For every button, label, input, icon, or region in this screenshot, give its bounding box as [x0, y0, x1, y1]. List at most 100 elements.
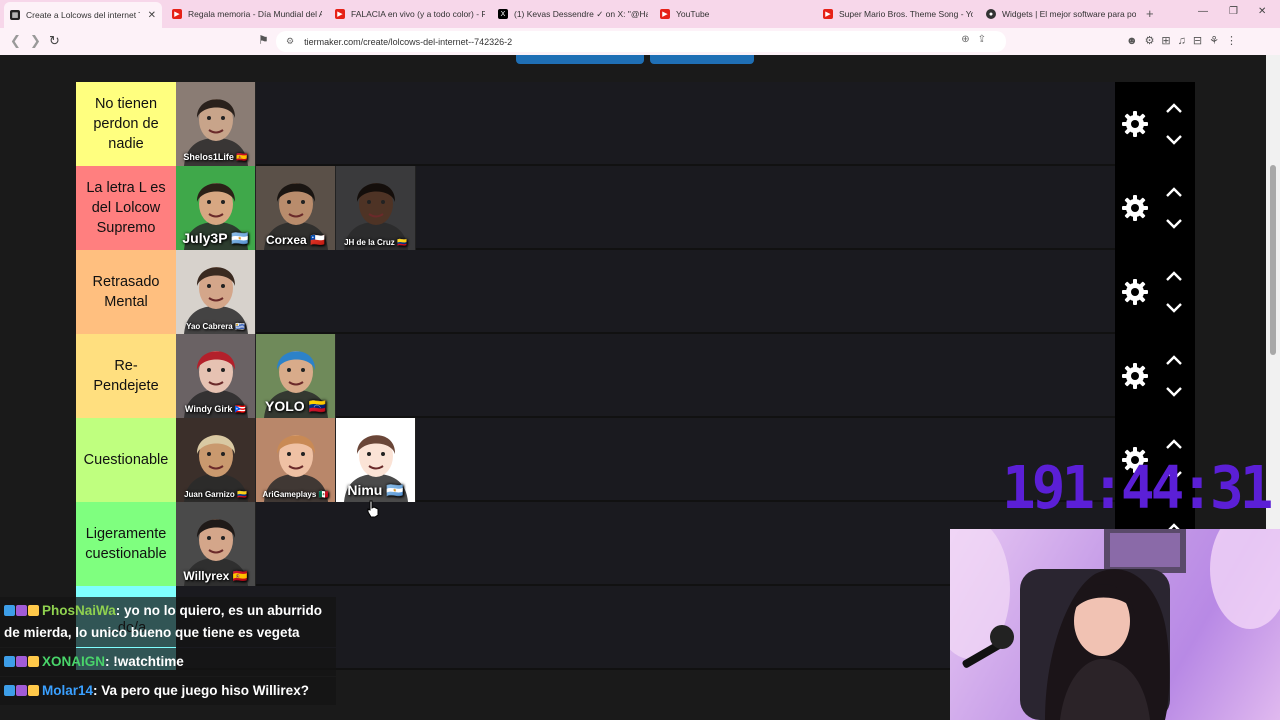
tier-item-card[interactable]: Corxea 🇨🇱: [256, 166, 336, 250]
chat-text: : !watchtime: [105, 654, 184, 669]
tier-label[interactable]: Ligeramente cuestionable: [76, 502, 176, 586]
tier-item-caption: AriGameplays 🇲🇽: [262, 490, 329, 499]
close-icon[interactable]: ✕: [148, 10, 156, 21]
tier-item-card[interactable]: YOLO 🇻🇪: [256, 334, 336, 418]
chat-badge-icon: [4, 605, 15, 616]
restore-icon[interactable]: ❐: [1229, 6, 1238, 17]
tier-label[interactable]: Cuestionable: [76, 418, 176, 502]
extensions-icon[interactable]: ☻⚙⊞♫⊟⚘⋮: [1126, 34, 1244, 47]
gear-icon[interactable]: [1121, 362, 1149, 390]
chevron-down-icon[interactable]: [1165, 218, 1183, 230]
url-text: tiermaker.com/create/lolcows-del-interne…: [304, 36, 513, 47]
tier-items: Willyrex 🇪🇸: [176, 502, 256, 586]
tier-items: July3P 🇦🇷 Corxea 🇨🇱 JH de la Cruz 🇨🇴: [176, 166, 416, 250]
webcam-overlay: [950, 529, 1280, 720]
tier-row: Retrasado Mental Yao Cabrera 🇺🇾: [76, 250, 1195, 334]
stream-chat: PhosNaiWa: yo no lo quiero, es un aburri…: [0, 597, 336, 706]
tier-item-caption: Willyrex 🇪🇸: [183, 569, 248, 583]
tier-item-caption: Shelos1Life 🇪🇸: [183, 152, 248, 162]
tier-controls: [1115, 250, 1195, 334]
tier-label[interactable]: La letra L es del Lolcow Supremo: [76, 166, 176, 250]
chat-badges-icon: [4, 680, 40, 702]
tier-items: Shelos1Life 🇪🇸: [176, 82, 256, 166]
scrollbar-thumb[interactable]: [1270, 165, 1276, 355]
tab-title: Super Mario Bros. Theme Song - You: [839, 9, 973, 19]
tab-title: Create a Lolcows del internet Ti: [26, 10, 140, 20]
chevron-up-icon[interactable]: [1165, 186, 1183, 198]
tier-item-card[interactable]: Juan Garnizo 🇨🇴: [176, 418, 256, 502]
tab[interactable]: ● Widgets | El mejor software para po: [986, 3, 1136, 25]
youtube-icon: ▶: [660, 9, 670, 19]
new-tab-icon[interactable]: +: [1146, 6, 1154, 21]
chat-badge-icon: [4, 685, 15, 696]
chat-username: PhosNaiWa: [42, 603, 116, 618]
tier-row: La letra L es del Lolcow Supremo July3P 🇦…: [76, 166, 1195, 250]
back-icon[interactable]: ❮: [10, 33, 21, 49]
chat-badges-icon: [4, 651, 40, 673]
tier-item-card[interactable]: Nimu 🇦🇷: [336, 418, 416, 502]
tab-title: FALACIA en vivo (y a todo color) - R: [351, 9, 485, 19]
chevron-up-icon[interactable]: [1165, 438, 1183, 450]
tab[interactable]: X (1) Kevas Dessendre ✓ on X: "@Ha: [498, 3, 648, 25]
chat-message: PhosNaiWa: yo no lo quiero, es un aburri…: [0, 597, 336, 647]
chat-badge-icon: [16, 656, 27, 667]
tier-item-card[interactable]: Windy Girk 🇵🇷: [176, 334, 256, 418]
chat-badges-icon: [4, 600, 40, 622]
youtube-icon: ▶: [823, 9, 833, 19]
tier-items: Yao Cabrera 🇺🇾: [176, 250, 256, 334]
forward-icon[interactable]: ❯: [30, 33, 41, 49]
chevron-down-icon[interactable]: [1165, 386, 1183, 398]
chat-username: XONAIGN: [42, 654, 106, 669]
tier-label[interactable]: Retrasado Mental: [76, 250, 176, 334]
chat-badge-icon: [16, 685, 27, 696]
tier-item-card[interactable]: Willyrex 🇪🇸: [176, 502, 256, 586]
tab-title: Widgets | El mejor software para po: [1002, 9, 1136, 19]
tier-controls: [1115, 82, 1195, 166]
chevron-up-icon[interactable]: [1165, 270, 1183, 282]
tier-row: Re-Pendejete Windy Girk 🇵🇷 YOLO 🇻🇪: [76, 334, 1195, 418]
widget-icon: ●: [986, 9, 996, 19]
minimize-icon[interactable]: —: [1198, 6, 1208, 17]
tab-active[interactable]: ▦ Create a Lolcows del internet Ti ✕: [4, 2, 162, 28]
youtube-icon: ▶: [172, 9, 182, 19]
window-close-icon[interactable]: ✕: [1258, 6, 1266, 17]
tier-item-card[interactable]: July3P 🇦🇷: [176, 166, 256, 250]
gear-icon[interactable]: [1121, 278, 1149, 306]
address-actions-icon[interactable]: ⊕⇪: [961, 34, 994, 45]
tier-item-card[interactable]: Shelos1Life 🇪🇸: [176, 82, 256, 166]
site-info-icon[interactable]: ⚙: [286, 36, 294, 47]
gear-icon[interactable]: [1121, 194, 1149, 222]
tier-label[interactable]: No tienen perdon de nadie: [76, 82, 176, 166]
browser-toolbar: ❮ ❯ ↻ ⚑ ⚙ tiermaker.com/create/lolcows-d…: [0, 28, 1280, 55]
tier-item-caption: YOLO 🇻🇪: [265, 398, 326, 414]
reload-icon[interactable]: ↻: [49, 33, 60, 49]
tab[interactable]: ▶ YouTube: [660, 3, 810, 25]
tab-title: YouTube: [676, 9, 710, 19]
tab[interactable]: ▶ Super Mario Bros. Theme Song - You: [823, 3, 973, 25]
tab-title: Regala memoria - Día Mundial del A: [188, 9, 322, 19]
save-button[interactable]: [516, 55, 644, 64]
tier-item-card[interactable]: JH de la Cruz 🇨🇴: [336, 166, 416, 250]
tier-item-card[interactable]: Yao Cabrera 🇺🇾: [176, 250, 256, 334]
tab[interactable]: ▶ Regala memoria - Día Mundial del A: [172, 3, 322, 25]
x-icon: X: [498, 9, 508, 19]
chevron-up-icon[interactable]: [1165, 102, 1183, 114]
tier-items: Juan Garnizo 🇨🇴 AriGameplays 🇲🇽 Nimu 🇦🇷: [176, 418, 416, 502]
youtube-icon: ▶: [335, 9, 345, 19]
address-bar[interactable]: ⚙ tiermaker.com/create/lolcows-del-inter…: [276, 31, 1006, 52]
tier-item-card[interactable]: AriGameplays 🇲🇽: [256, 418, 336, 502]
chevron-down-icon[interactable]: [1165, 302, 1183, 314]
streamer-webcam: [950, 529, 1280, 720]
gear-icon[interactable]: [1121, 110, 1149, 138]
chat-badge-icon: [4, 656, 15, 667]
tab[interactable]: ▶ FALACIA en vivo (y a todo color) - R: [335, 3, 485, 25]
tier-controls: [1115, 334, 1195, 418]
tier-item-caption: JH de la Cruz 🇨🇴: [344, 238, 407, 247]
download-button[interactable]: [650, 55, 754, 64]
tier-label[interactable]: Re-Pendejete: [76, 334, 176, 418]
tier-controls: [1115, 166, 1195, 250]
chat-text: : Va pero que juego hiso Willirex?: [93, 683, 309, 698]
chevron-up-icon[interactable]: [1165, 354, 1183, 366]
chevron-down-icon[interactable]: [1165, 134, 1183, 146]
bookmark-icon[interactable]: ⚑: [258, 33, 269, 47]
